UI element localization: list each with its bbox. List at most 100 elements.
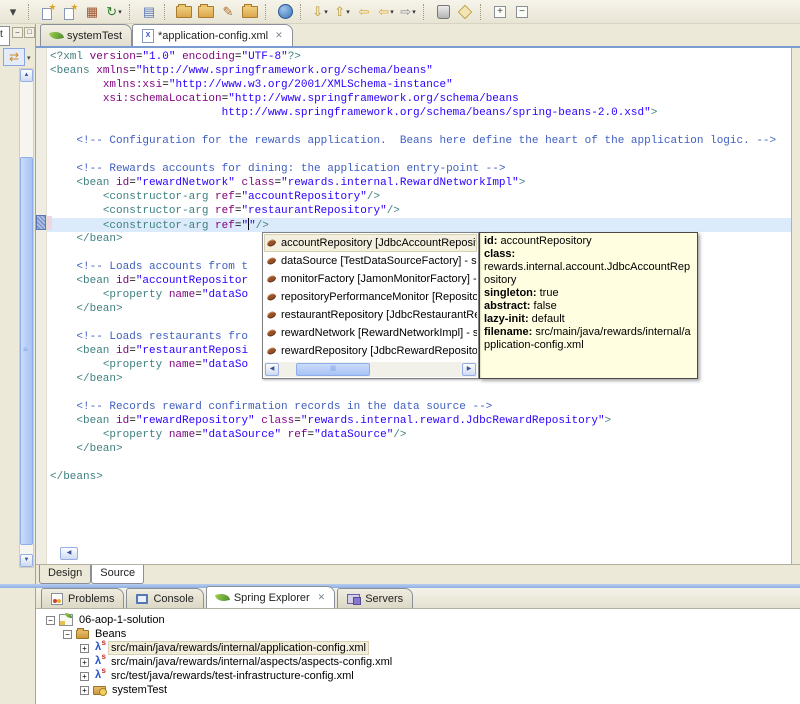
code-line[interactable]: </beans>	[47, 470, 791, 484]
cropped-overflow-dropdown-button[interactable]: ▾	[2, 2, 24, 22]
dropdown-arrow-icon[interactable]: ▾	[118, 8, 122, 16]
tab-systemtest[interactable]: systemTest	[40, 24, 133, 46]
expand-all-icon	[494, 5, 506, 18]
code-line[interactable]: <bean id="rewardRepository" class="rewar…	[47, 414, 791, 428]
new-bean-wizard-button[interactable]	[59, 2, 81, 22]
tree-row[interactable]: − Beans	[36, 627, 800, 641]
import-folder-button[interactable]	[195, 2, 217, 22]
scroll-up-icon[interactable]: ▲	[20, 69, 33, 82]
tab-application-config[interactable]: *application-config.xml ✕	[132, 24, 293, 46]
expand-icon[interactable]: +	[80, 685, 89, 695]
tab-source[interactable]: Source	[91, 565, 145, 584]
tab-design[interactable]: Design	[39, 565, 92, 584]
dropdown-arrow-icon[interactable]: ▾	[412, 8, 416, 16]
import-button[interactable]: ⇩ ▾	[309, 2, 331, 22]
code-line[interactable]: xmlns:xsi="http://www.w3.org/2001/XMLSch…	[47, 78, 791, 92]
completion-proposal[interactable]: dataSource [TestDataSourceFactory] - src…	[264, 252, 477, 270]
code-line[interactable]	[47, 386, 791, 400]
open-view-button[interactable]: ▤	[138, 2, 160, 22]
scroll-down-icon[interactable]: ▼	[20, 554, 33, 567]
tree-row[interactable]: − 06-aop-1-solution	[36, 613, 800, 627]
dropdown-arrow-icon[interactable]: ▾	[346, 8, 350, 16]
left-panel-scrollbar[interactable]: ▲ ▼	[19, 68, 34, 568]
code-line[interactable]	[47, 120, 791, 134]
open-resource-folder-button[interactable]	[173, 2, 195, 22]
back-button[interactable]: ⇦ ▾	[375, 2, 397, 22]
content-assist-hscrollbar[interactable]: ◀ ▶	[264, 362, 477, 377]
proposal-label: rewardRepository [JdbcRewardRepository] …	[281, 345, 477, 357]
completion-proposal[interactable]: rewardNetwork [RewardNetworkImpl] - src/…	[264, 324, 477, 342]
expand-all-button[interactable]	[489, 2, 511, 22]
code-line[interactable]: <constructor-arg ref=""/>	[47, 218, 791, 232]
web-browser-icon	[277, 4, 293, 19]
tab-console[interactable]: Console	[126, 588, 204, 608]
annotation-ruler[interactable]	[36, 48, 47, 564]
run-jar-button[interactable]	[432, 2, 454, 22]
collapse-icon[interactable]: −	[46, 615, 55, 625]
code-line[interactable]: <!-- Records reward confirmation records…	[47, 400, 791, 414]
code-line[interactable]: </bean>	[47, 442, 791, 456]
collapse-all-button[interactable]	[511, 2, 533, 22]
code-line[interactable]	[47, 456, 791, 470]
run-jar-icon	[436, 4, 450, 19]
completion-proposal[interactable]: rewardRepository [JdbcRewardRepository] …	[264, 342, 477, 360]
completion-proposal[interactable]: accountRepository [JdbcAccountRepository…	[264, 234, 477, 252]
tree-row[interactable]: + systemTest	[36, 683, 800, 697]
tree-row[interactable]: + src/main/java/rewards/internal/applicat…	[36, 638, 800, 655]
tab-spring-explorer[interactable]: Spring Explorer ✕	[205, 586, 336, 608]
expand-icon[interactable]: +	[80, 643, 89, 653]
code-line[interactable]: <property name="dataSource" ref="dataSou…	[47, 428, 791, 442]
editor-hscroll-left-icon[interactable]: ◀	[60, 547, 78, 560]
view-menu-dropdown[interactable]: ▾	[27, 54, 31, 62]
scroll-left-icon[interactable]: ◀	[265, 363, 279, 376]
paintbrush-button[interactable]: ✎	[217, 2, 239, 22]
web-browser-button[interactable]	[274, 2, 296, 22]
tooltip-row: rewards.internal.account.JdbcAccountRepo…	[484, 261, 691, 286]
new-wizard-button[interactable]	[37, 2, 59, 22]
tab-problems[interactable]: Problems	[41, 588, 125, 608]
code-line[interactable]: <!-- Configuration for the rewards appli…	[47, 134, 791, 148]
code-line[interactable]: <bean id="rewardNetwork" class="rewards.…	[47, 176, 791, 190]
last-edit-location-button[interactable]: ⇦	[353, 2, 375, 22]
dropdown-arrow-icon[interactable]: ▾	[324, 8, 328, 16]
dropdown-arrow-icon[interactable]: ▾	[390, 8, 394, 16]
close-tab-icon[interactable]: ✕	[318, 592, 326, 603]
collapse-icon[interactable]: −	[63, 629, 72, 639]
minimize-view-button[interactable]: –	[12, 27, 23, 38]
forward-icon: ⇨	[400, 4, 412, 19]
code-line[interactable]: <constructor-arg ref="accountRepository"…	[47, 190, 791, 204]
export-button[interactable]: ⇧ ▾	[331, 2, 353, 22]
spring-explorer-tree[interactable]: −06-aop-1-solution−Beans+src/main/java/r…	[36, 609, 800, 704]
forward-button[interactable]: ⇨ ▾	[397, 2, 419, 22]
new-package-button[interactable]: ▦	[81, 2, 103, 22]
completion-proposal[interactable]: repositoryPerformanceMonitor [Repository…	[264, 288, 477, 306]
content-assist-list[interactable]: accountRepository [JdbcAccountRepository…	[264, 234, 477, 362]
toolbar-separator	[28, 3, 33, 20]
toolbar-separator	[164, 3, 169, 20]
tree-row[interactable]: + src/test/java/rewards/test-infrastructu…	[36, 666, 800, 683]
maximize-view-button[interactable]: □	[24, 27, 35, 38]
code-line[interactable]: <!-- Rewards accounts for dining: the ap…	[47, 162, 791, 176]
completion-proposal[interactable]: restaurantRepository [JdbcRestaurantRepo…	[264, 306, 477, 324]
code-line[interactable]: xsi:schemaLocation="http://www.springfra…	[47, 92, 791, 106]
expand-icon[interactable]: +	[80, 657, 89, 667]
link-with-editor-button[interactable]: ⇄	[3, 48, 25, 66]
refresh-button[interactable]: ↻ ▾	[103, 2, 125, 22]
scroll-right-icon[interactable]: ▶	[462, 363, 476, 376]
tab-servers[interactable]: Servers	[337, 588, 414, 608]
code-line[interactable]: <beans xmlns="http://www.springframework…	[47, 64, 791, 78]
code-line[interactable]: <?xml version="1.0" encoding="UTF-8"?>	[47, 50, 791, 64]
cropped-view-tab[interactable]: t	[0, 26, 10, 46]
folder-button[interactable]	[239, 2, 261, 22]
code-line[interactable]: http://www.springframework.org/schema/be…	[47, 106, 791, 120]
hscrollbar-thumb[interactable]	[296, 363, 370, 376]
bookmark-tag-button[interactable]	[454, 2, 476, 22]
close-tab-icon[interactable]: ✕	[275, 30, 283, 41]
expand-icon[interactable]: +	[80, 671, 89, 681]
code-line[interactable]: <constructor-arg ref="restaurantReposito…	[47, 204, 791, 218]
tab-label: Problems	[68, 592, 115, 605]
tree-row[interactable]: + src/main/java/rewards/internal/aspects/…	[36, 652, 800, 669]
code-line[interactable]	[47, 148, 791, 162]
scrollbar-thumb[interactable]	[20, 157, 33, 545]
completion-proposal[interactable]: monitorFactory [JamonMonitorFactory] - s…	[264, 270, 477, 288]
